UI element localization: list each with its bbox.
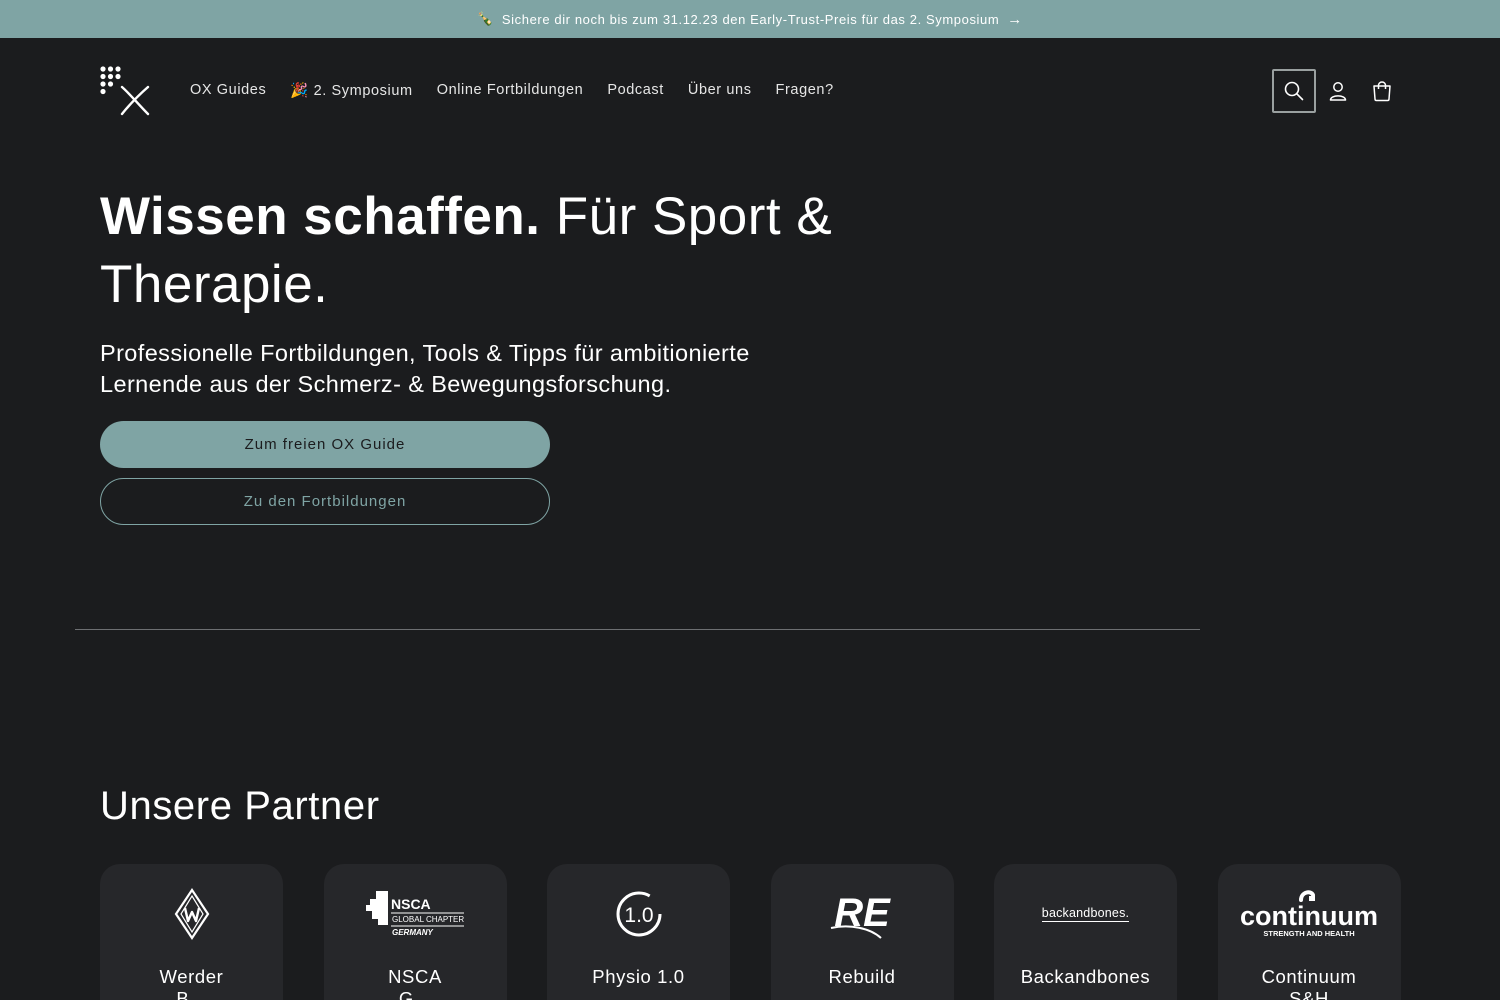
hero-title-bold: Wissen schaffen.	[100, 187, 541, 246]
account-button[interactable]	[1316, 69, 1360, 113]
continuum-logo-text: continuum	[1240, 901, 1378, 931]
free-ox-guide-button[interactable]: Zum freien OX Guide	[100, 421, 550, 468]
physio-logo-text: 1.0	[624, 904, 653, 927]
partner-card-physio[interactable]: 1.0 Physio 1.0	[547, 864, 730, 1000]
backandbones-logo: backandbones.	[994, 886, 1177, 942]
announcement-text[interactable]: Sichere dir noch bis zum 31.12.23 den Ea…	[502, 12, 999, 27]
search-icon	[1284, 81, 1304, 101]
partner-name: Backandbones	[1020, 966, 1151, 987]
site-header: OX Guides 🎉 2. Symposium Online Fortbild…	[0, 38, 1500, 142]
physio-logo: 1.0	[547, 886, 730, 942]
continuum-logo: continuum STRENGTH AND HEALTH	[1218, 886, 1401, 942]
section-divider	[75, 629, 1200, 630]
continuum-logo-subtext: STRENGTH AND HEALTH	[1263, 929, 1354, 938]
nav-item-podcast[interactable]: Podcast	[595, 78, 676, 103]
hero-title: Wissen schaffen. Für Sport & Therapie.	[100, 183, 880, 319]
cart-button[interactable]	[1360, 69, 1404, 113]
partner-name-continued: S&H	[1289, 988, 1329, 1000]
bottle-icon: 🍾	[477, 11, 494, 26]
nav-item-ox-guides[interactable]: OX Guides	[178, 78, 278, 103]
partner-name: Physio 1.0	[592, 966, 685, 987]
partner-card-werder[interactable]: Werder B...	[100, 864, 283, 1000]
nav-item-ueber-uns[interactable]: Über uns	[676, 78, 764, 103]
rebuild-logo: RE	[771, 886, 954, 942]
nsca-logo-subtext: GLOBAL CHAPTER	[392, 915, 464, 924]
fortbildungen-button[interactable]: Zu den Fortbildungen	[100, 478, 550, 525]
cart-icon	[1373, 81, 1391, 102]
werder-logo	[100, 886, 283, 942]
nsca-logo-country: GERMANY	[392, 928, 434, 937]
arrow-right-icon: →	[1007, 10, 1023, 28]
search-button[interactable]	[1272, 69, 1316, 113]
partner-card-nsca[interactable]: NSCA GLOBAL CHAPTER GERMANY NSCA G...	[323, 864, 507, 1000]
partners-list: Werder B... NSCA GLOBAL CHAPTER GERMANY …	[100, 864, 1441, 1000]
partner-card-continuum[interactable]: continuum STRENGTH AND HEALTH Continuum …	[1217, 864, 1401, 1000]
partner-name-continued: G...	[398, 988, 432, 1000]
hero-subtitle: Professionelle Fortbildungen, Tools & Ti…	[100, 340, 750, 397]
main-nav: OX Guides 🎉 2. Symposium Online Fortbild…	[178, 78, 846, 103]
nav-item-online-fortbildungen[interactable]: Online Fortbildungen	[425, 78, 596, 103]
nsca-logo-text: NSCA	[391, 896, 431, 912]
partners-title: Unsere Partner	[100, 784, 380, 828]
header-icons	[1272, 69, 1404, 113]
nav-item-fragen[interactable]: Fragen?	[764, 78, 846, 103]
partner-name-continued: B...	[176, 988, 207, 1000]
announcement-bar[interactable]: 🍾 Sichere dir noch bis zum 31.12.23 den …	[0, 0, 1500, 38]
ox-logo[interactable]	[100, 66, 152, 118]
backandbones-logo-text: backandbones.	[1041, 906, 1130, 922]
account-icon	[1329, 82, 1347, 101]
partner-card-rebuild[interactable]: RE Rebuild	[770, 864, 954, 1000]
nsca-logo: NSCA GLOBAL CHAPTER GERMANY	[324, 886, 507, 942]
partner-name: Rebuild	[828, 966, 896, 987]
nav-item-symposium[interactable]: 🎉 2. Symposium	[278, 78, 424, 103]
partner-card-backandbones[interactable]: backandbones. Backandbones	[994, 864, 1177, 1000]
